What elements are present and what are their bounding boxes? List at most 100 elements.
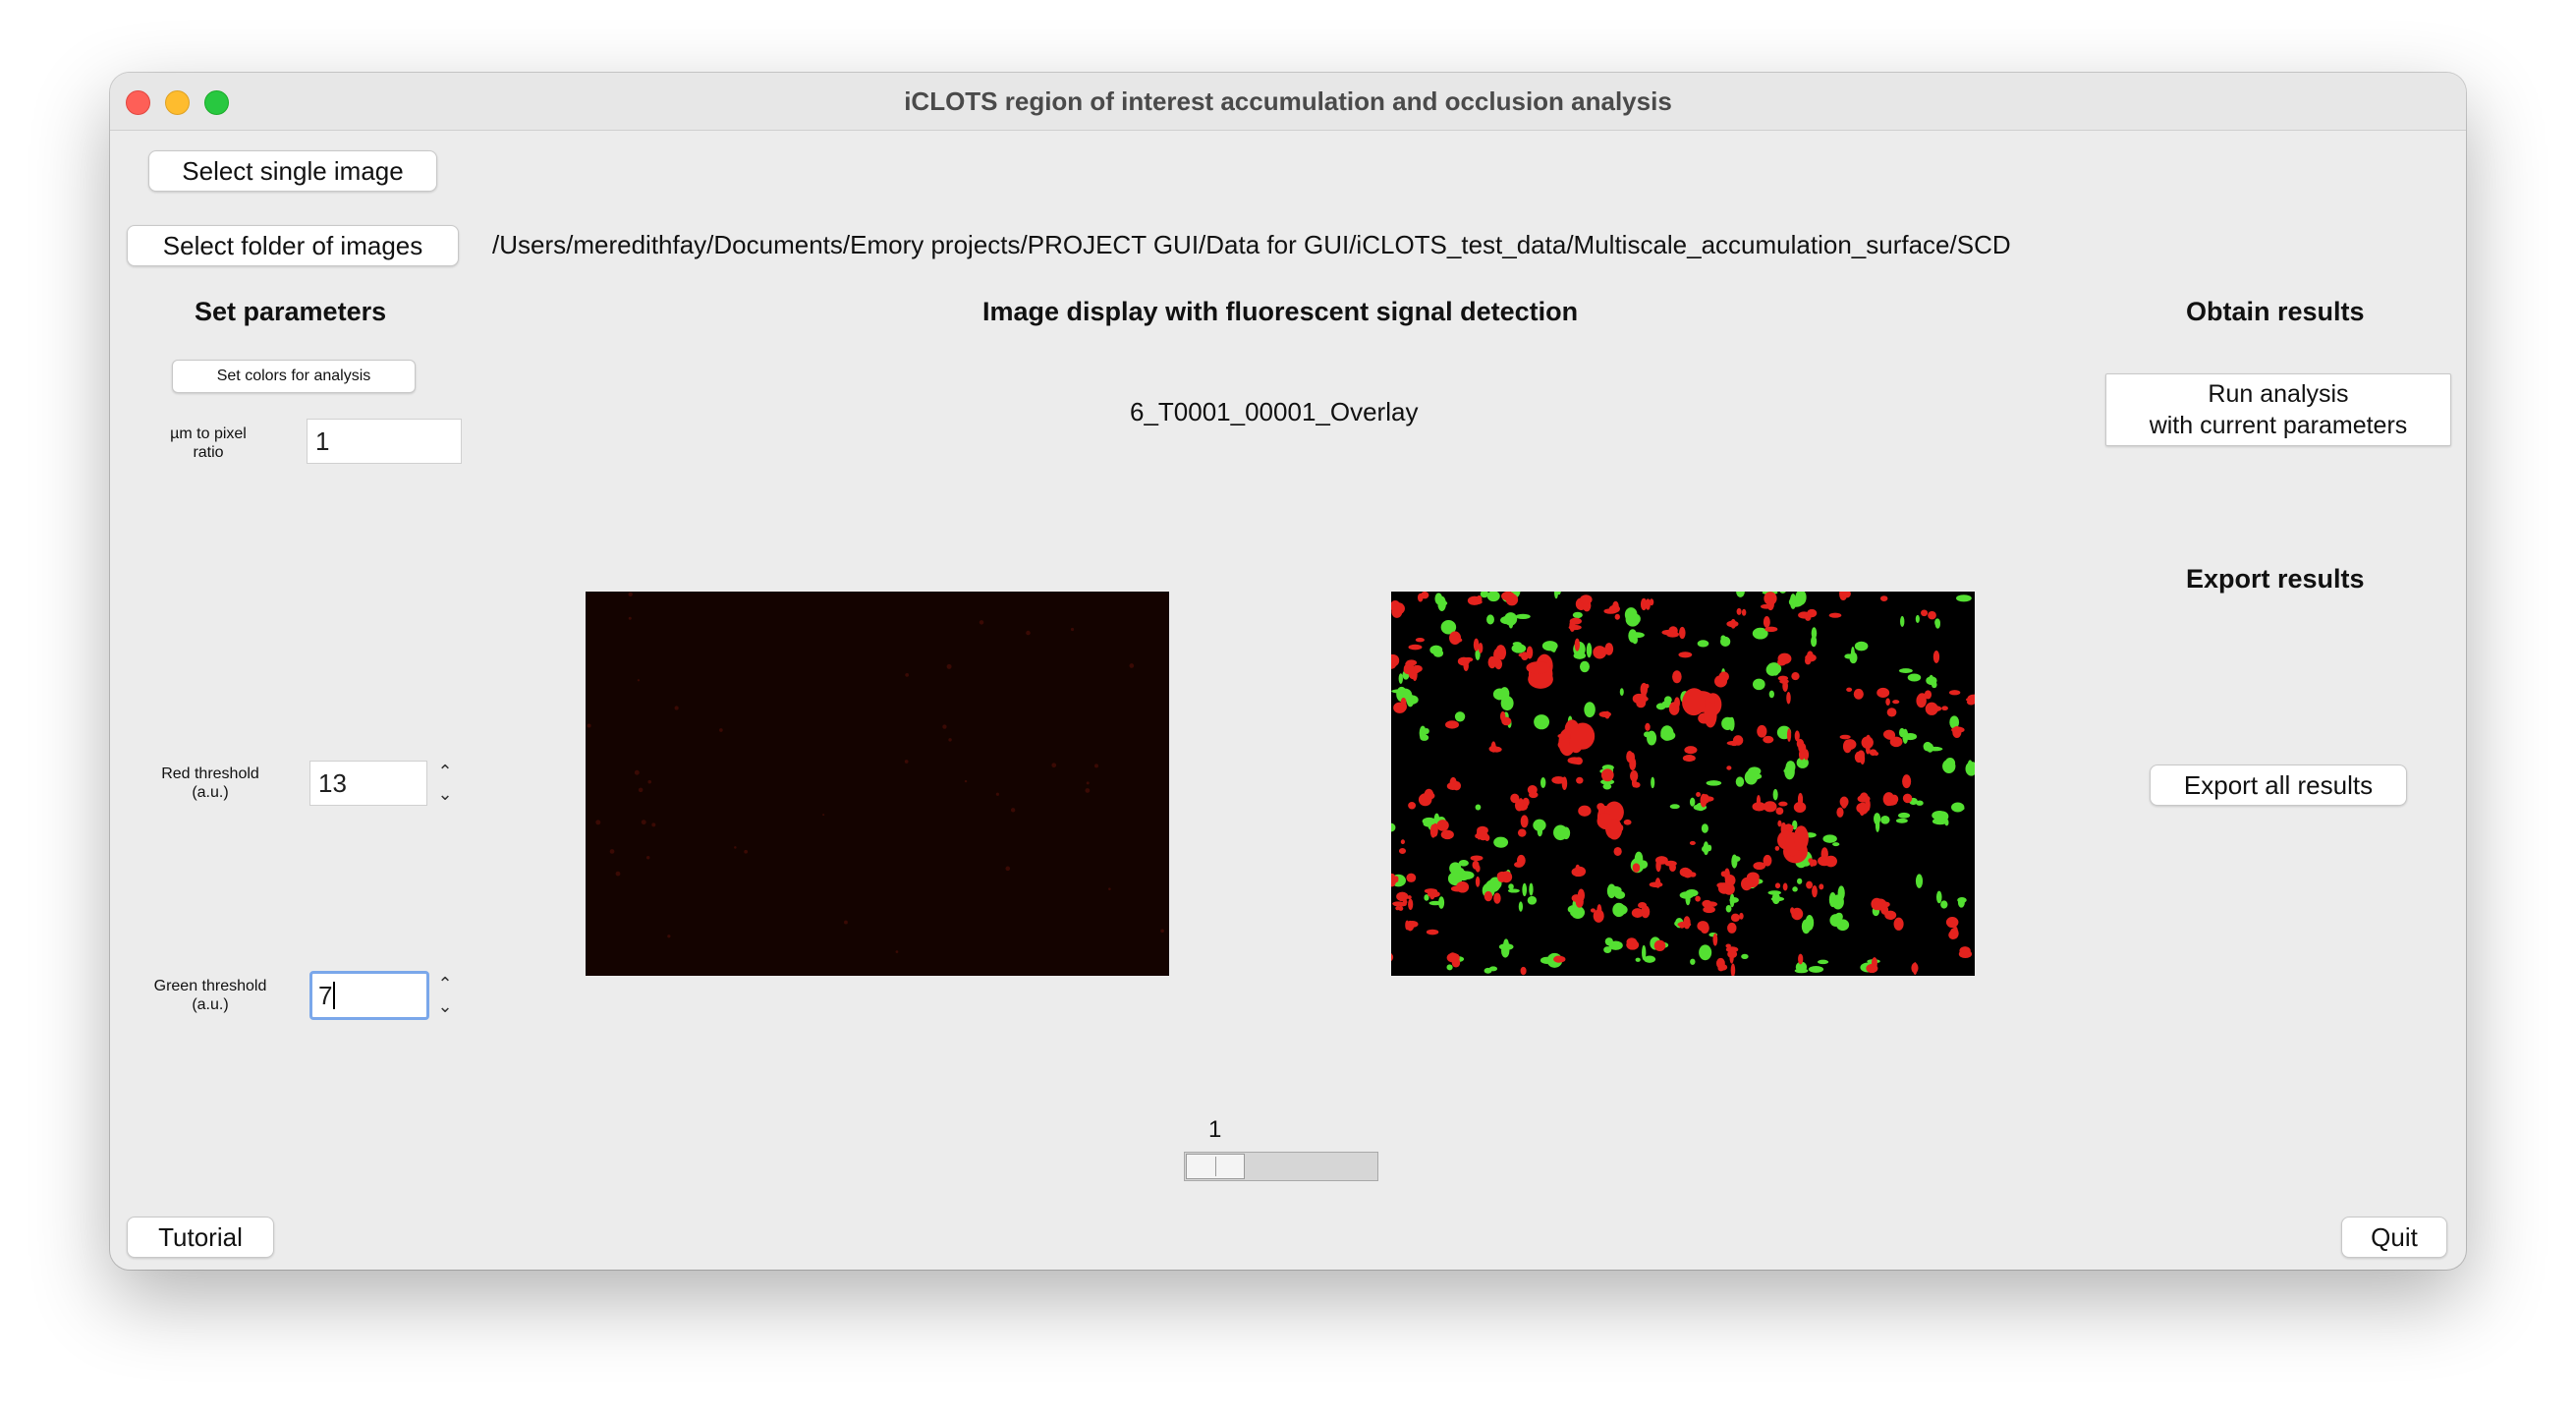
faint-signal-dot bbox=[1129, 663, 1135, 668]
green-signal-blob bbox=[1439, 600, 1448, 606]
green-signal-blob bbox=[1586, 643, 1593, 658]
red-signal-blob bbox=[1672, 670, 1682, 684]
tutorial-button[interactable]: Tutorial bbox=[127, 1217, 274, 1258]
green-signal-blob bbox=[1486, 614, 1494, 625]
red-signal-blob bbox=[1467, 595, 1482, 605]
red-signal-blob bbox=[1593, 909, 1604, 923]
red-signal-blob bbox=[1649, 881, 1663, 888]
red-signal-blob bbox=[1428, 889, 1435, 900]
green-signal-blob bbox=[1699, 944, 1712, 961]
red-signal-blob bbox=[1448, 952, 1458, 962]
image-index-slider[interactable] bbox=[1184, 1152, 1378, 1181]
red-signal-blob bbox=[1932, 650, 1940, 663]
chevron-up-icon[interactable]: ⌃ bbox=[434, 761, 456, 783]
faint-signal-dot bbox=[1160, 929, 1164, 934]
green-signal-blob bbox=[1534, 720, 1548, 729]
export-all-results-button[interactable]: Export all results bbox=[2150, 765, 2407, 806]
red-signal-blob bbox=[1473, 638, 1480, 652]
green-signal-blob bbox=[1898, 727, 1905, 738]
chevron-up-icon[interactable]: ⌃ bbox=[434, 973, 456, 995]
green-signal-blob bbox=[1831, 895, 1836, 904]
red-signal-blob bbox=[1553, 955, 1566, 963]
green-signal-blob bbox=[1697, 640, 1709, 648]
red-signal-blob bbox=[1876, 687, 1890, 699]
select-single-image-button[interactable]: Select single image bbox=[148, 150, 437, 192]
red-signal-blob bbox=[1396, 891, 1409, 902]
red-signal-blob bbox=[1895, 918, 1902, 927]
red-threshold-input[interactable]: 13 bbox=[309, 761, 427, 806]
set-colors-button[interactable]: Set colors for analysis bbox=[172, 360, 416, 393]
red-signal-blob bbox=[1576, 776, 1584, 784]
red-signal-blob bbox=[1637, 699, 1647, 706]
red-signal-blob bbox=[1836, 807, 1844, 818]
red-threshold-stepper[interactable]: ⌃ ⌄ bbox=[434, 761, 456, 806]
green-signal-blob bbox=[1817, 959, 1829, 965]
green-signal-blob bbox=[1644, 731, 1651, 738]
red-signal-blob bbox=[1398, 906, 1404, 911]
faint-signal-dot bbox=[637, 679, 641, 682]
red-signal-blob bbox=[1574, 638, 1581, 652]
green-signal-blob bbox=[1771, 892, 1780, 905]
faint-signal-dot bbox=[822, 814, 825, 817]
faint-signal-dot bbox=[1086, 781, 1090, 785]
green-signal-blob bbox=[1822, 834, 1837, 843]
red-signal-blob bbox=[1889, 736, 1903, 748]
ratio-input[interactable]: 1 bbox=[307, 419, 462, 464]
green-signal-blob bbox=[1765, 663, 1779, 676]
red-signal-blob bbox=[1726, 620, 1739, 628]
red-signal-blob bbox=[1420, 592, 1429, 599]
green-signal-blob bbox=[1707, 844, 1712, 852]
run-analysis-button[interactable]: Run analysis with current parameters bbox=[2105, 373, 2451, 446]
green-signal-blob bbox=[1898, 812, 1911, 819]
red-signal-blob bbox=[1614, 613, 1620, 620]
green-signal-blob bbox=[1454, 711, 1466, 722]
faint-signal-dot bbox=[647, 779, 652, 784]
green-signal-blob bbox=[1736, 592, 1745, 597]
green-signal-blob bbox=[1735, 776, 1745, 787]
green-signal-blob bbox=[1783, 768, 1793, 773]
quit-button[interactable]: Quit bbox=[2341, 1217, 2447, 1258]
red-signal-blob bbox=[1695, 895, 1701, 902]
green-signal-blob bbox=[1929, 674, 1933, 684]
red-signal-blob bbox=[1613, 846, 1622, 856]
green-signal-blob bbox=[1533, 819, 1546, 831]
red-signal-blob bbox=[1436, 820, 1449, 831]
faint-signal-dot bbox=[634, 769, 640, 775]
green-signal-blob bbox=[1632, 635, 1638, 645]
green-signal-blob bbox=[1741, 953, 1749, 960]
faint-signal-dot bbox=[995, 792, 1000, 796]
green-threshold-input[interactable]: 7 bbox=[309, 971, 429, 1020]
red-signal-blob bbox=[1804, 612, 1812, 621]
green-signal-blob bbox=[1794, 968, 1809, 974]
app-window: iCLOTS region of interest accumulation a… bbox=[110, 73, 2466, 1270]
faint-signal-dot bbox=[667, 935, 671, 938]
red-signal-blob bbox=[1477, 825, 1488, 835]
red-signal-blob bbox=[1874, 898, 1887, 911]
red-signal-blob bbox=[1645, 722, 1651, 731]
export-results-heading: Export results bbox=[2186, 564, 2365, 594]
green-signal-blob bbox=[1398, 673, 1403, 684]
chevron-down-icon[interactable]: ⌄ bbox=[434, 995, 456, 1018]
green-signal-blob bbox=[1792, 886, 1798, 892]
green-signal-blob bbox=[1579, 660, 1590, 673]
select-folder-button[interactable]: Select folder of images bbox=[127, 225, 459, 266]
red-signal-blob bbox=[1948, 690, 1961, 696]
red-signal-blob bbox=[1777, 657, 1787, 666]
green-threshold-label-line1: Green threshold bbox=[153, 978, 267, 994]
red-signal-blob bbox=[1869, 749, 1877, 756]
red-signal-blob bbox=[1470, 855, 1484, 862]
chevron-down-icon[interactable]: ⌄ bbox=[434, 783, 456, 806]
green-signal-blob bbox=[1900, 615, 1905, 628]
slider-thumb[interactable] bbox=[1186, 1154, 1245, 1179]
green-signal-blob bbox=[1732, 856, 1741, 862]
red-signal-blob bbox=[1677, 921, 1692, 928]
red-threshold-label-line2: (a.u.) bbox=[192, 784, 229, 801]
red-signal-blob bbox=[1952, 926, 1958, 935]
green-signal-blob bbox=[1895, 818, 1908, 823]
faint-signal-dot bbox=[674, 706, 679, 710]
red-signal-blob bbox=[1777, 675, 1789, 681]
green-signal-blob bbox=[1635, 957, 1641, 962]
slider-grip bbox=[1215, 1157, 1216, 1176]
green-threshold-stepper[interactable]: ⌃ ⌄ bbox=[434, 973, 456, 1018]
red-threshold-label: Red threshold (a.u.) bbox=[132, 765, 289, 802]
